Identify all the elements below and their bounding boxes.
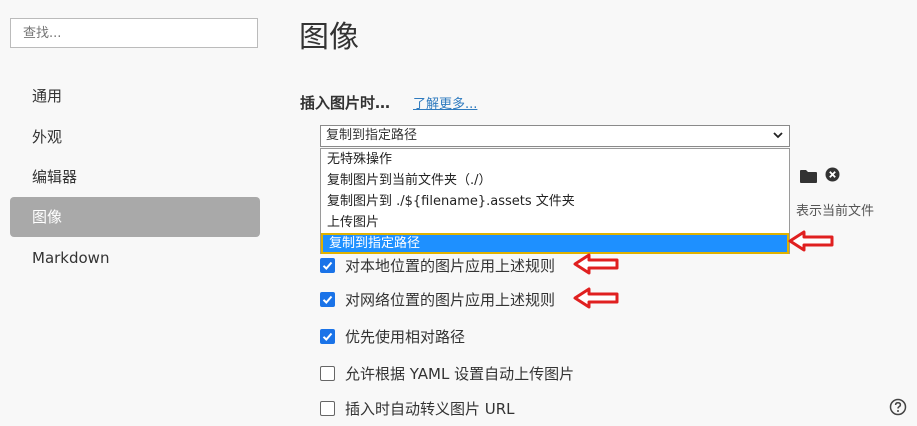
sidebar-item-editor[interactable]: 编辑器 bbox=[10, 157, 260, 197]
sidebar-item-label: 编辑器 bbox=[32, 168, 78, 186]
dropdown-option[interactable]: 复制图片到当前文件夹（./） bbox=[321, 170, 789, 191]
dropdown-option[interactable]: 上传图片 bbox=[321, 212, 789, 233]
checkbox-label: 允许根据 YAML 设置自动上传图片 bbox=[345, 365, 575, 383]
check-icon[interactable] bbox=[320, 292, 335, 307]
help-icon[interactable] bbox=[889, 398, 907, 420]
sidebar-item-label: 图像 bbox=[32, 208, 63, 226]
clear-icon[interactable] bbox=[825, 167, 840, 186]
insert-action-select[interactable]: 复制到指定路径 bbox=[320, 125, 790, 147]
sidebar-item-general[interactable]: 通用 bbox=[10, 76, 260, 116]
sidebar-item-label: Markdown bbox=[32, 249, 110, 267]
check-icon[interactable] bbox=[320, 258, 335, 273]
search-input[interactable] bbox=[10, 18, 258, 48]
select-value: 复制到指定路径 bbox=[326, 128, 418, 143]
checkbox-label: 插入时自动转义图片 URL bbox=[345, 400, 515, 418]
dropdown-option-selected[interactable]: 复制到指定路径 bbox=[321, 233, 789, 254]
page-title: 图像 bbox=[299, 20, 359, 55]
chevron-down-icon bbox=[772, 128, 784, 148]
sidebar-item-appearance[interactable]: 外观 bbox=[10, 117, 260, 157]
sidebar-item-label: 通用 bbox=[32, 87, 63, 105]
checkbox-box[interactable] bbox=[320, 366, 335, 381]
annotation-arrow-icon bbox=[788, 230, 834, 252]
annotation-arrow-icon bbox=[573, 287, 619, 309]
annotation-arrow-icon bbox=[573, 253, 619, 275]
sidebar-item-label: 外观 bbox=[32, 128, 63, 146]
folder-icon[interactable] bbox=[800, 168, 817, 187]
dropdown-option[interactable]: 无特殊操作 bbox=[321, 149, 789, 170]
checkbox-label: 对网络位置的图片应用上述规则 bbox=[345, 291, 556, 309]
insert-action-dropdown: 无特殊操作 复制图片到当前文件夹（./） 复制图片到 ./${filename}… bbox=[320, 148, 790, 254]
sidebar-item-image[interactable]: 图像 bbox=[10, 197, 260, 237]
checkbox-label: 优先使用相对路径 bbox=[345, 328, 466, 346]
sidebar-item-markdown[interactable]: Markdown bbox=[10, 238, 260, 278]
current-file-note: 表示当前文件 bbox=[796, 204, 875, 219]
check-icon[interactable] bbox=[320, 329, 335, 344]
checkbox-label: 对本地位置的图片应用上述规则 bbox=[345, 257, 556, 275]
insert-image-label: 插入图片时… bbox=[300, 94, 391, 112]
checkbox-box[interactable] bbox=[320, 401, 335, 416]
dropdown-option[interactable]: 复制图片到 ./${filename}.assets 文件夹 bbox=[321, 191, 789, 212]
learn-more-link[interactable]: 了解更多... bbox=[413, 93, 477, 112]
